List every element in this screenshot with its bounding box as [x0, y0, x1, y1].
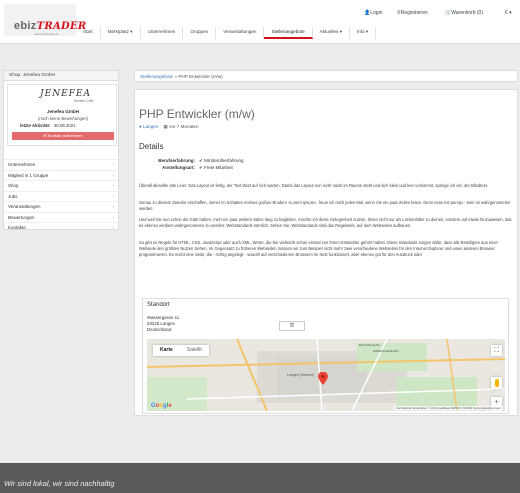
breadcrumb-current: PHP Entwickler (m/w) [178, 74, 223, 79]
nav-unternehmen[interactable]: Unternehmen [141, 27, 184, 39]
shop-card: JENEFEA Kreativ-Café Jenefea GmbH (noch … [7, 84, 117, 146]
tab-satellit[interactable]: Satellit [180, 345, 209, 356]
job-detail: PHP Entwickler (m/w) ● Langen ▦ vor 7 Mo… [134, 89, 518, 416]
nav-stellenangebote[interactable]: Stellenangebote [264, 27, 313, 39]
chevron-right-icon: › [112, 162, 115, 167]
contact-button[interactable]: ✉ Kontakt aufnehmen [12, 132, 114, 140]
chevron-right-icon: › [112, 214, 115, 220]
map-label-dreieich: DREIEICHENHAIN [373, 349, 399, 353]
job-description-paragraph: Überall dieselbe alte Leier. Das Layout … [139, 183, 488, 188]
location-title: Standort [147, 302, 170, 308]
register-link[interactable]: ⚲Registrieren [397, 10, 428, 16]
nav-info[interactable]: Info ▾ [350, 27, 377, 39]
google-logo: Google [151, 403, 172, 409]
sidebar-item-shop[interactable]: Shop › [4, 180, 118, 191]
nav-aktuelles[interactable]: Aktuelles ▾ [313, 27, 350, 39]
shop-reviews: (noch keine Bewertungen) [37, 116, 89, 121]
share-icon: ⪚ [289, 323, 295, 329]
map-attribution[interactable]: Kurzbefehle Kartendaten © 2021 GeoBasis-… [394, 406, 503, 410]
check-icon: ✔ [199, 158, 203, 163]
address: Wassergasse 11 63225 Langen Deutschland [147, 315, 180, 332]
top-header: ebizTRADER www.ebiztrader.de 👤Login ⚲Reg… [0, 0, 520, 44]
job-meta: ● Langen ▦ vor 7 Monaten [139, 124, 199, 130]
shop-name: Jenefea GmbH [46, 109, 80, 114]
logo-part1: ebiz [14, 20, 37, 32]
map-type-tabs: Karte Satellit [153, 345, 209, 356]
detail-value: ✔ Freie Mitarbeit [199, 165, 233, 170]
nav-marktplatz[interactable]: Marktplatz ▾ [101, 27, 141, 39]
breadcrumb-separator: » [174, 74, 178, 79]
fullscreen-icon[interactable]: ⛶ [491, 345, 502, 356]
location-card: Standort Wassergasse 11 63225 Langen Deu… [142, 298, 509, 414]
shop-logo-sub: Kreativ-Café [74, 99, 94, 103]
page-title: PHP Entwickler (m/w) [139, 107, 255, 121]
tab-karte[interactable]: Karte [153, 345, 180, 356]
check-icon: ✔ [199, 165, 203, 170]
logo-sub: www.ebiztrader.de [34, 32, 59, 36]
sidebar-item-unternehmen[interactable]: Unternehmen › [4, 159, 118, 170]
street-view-icon[interactable] [491, 377, 502, 389]
share-button[interactable]: ⪚ [279, 321, 305, 331]
currency-select[interactable]: € ▾ [505, 10, 512, 16]
main-nav: Start Marktplatz ▾ Unternehmen Gruppen V… [76, 27, 377, 39]
breadcrumb-link[interactable]: Stellenangebote [140, 74, 173, 79]
sidebar-item-gruppe[interactable]: Mitglied in 1 Gruppe › [4, 169, 118, 181]
sidebar-item-kontakte[interactable]: Kontakte › [4, 222, 118, 233]
sidebar-item-jobs[interactable]: Jobs › [4, 190, 118, 202]
details-heading: Details [139, 142, 164, 151]
footer-tagline: Wir sind lokal, wir sind nachhaltig [4, 479, 115, 488]
map-label-buchschlag: BUCHSCHLAG [359, 343, 380, 347]
job-location[interactable]: Langen [143, 124, 158, 129]
chevron-right-icon: › [112, 172, 115, 178]
calendar-icon: ▦ [163, 124, 168, 129]
map-pin-icon: ● [139, 124, 142, 129]
chevron-right-icon: › [112, 225, 115, 230]
job-description-paragraph: Genau zu diesem Zwecke erschaffen, immer… [139, 200, 511, 211]
sidebar-heading: Shop: Jenefea GmbH [4, 71, 118, 81]
job-posted: vor 7 Monaten [169, 124, 199, 129]
nav-gruppen[interactable]: Gruppen [183, 27, 217, 39]
job-description-paragraph: Und weil Sie nun schon die Güte haben, m… [139, 217, 512, 228]
map-marker-icon[interactable] [318, 372, 328, 386]
nav-start[interactable]: Start [76, 27, 101, 39]
logo[interactable]: ebizTRADER www.ebiztrader.de [4, 4, 86, 36]
nav-veranstaltungen[interactable]: Veranstaltungen [216, 27, 265, 39]
envelope-icon: ✉ [43, 133, 47, 138]
chevron-right-icon: › [112, 204, 115, 209]
chevron-right-icon: › [112, 193, 115, 199]
detail-label: Anstellungsart: [161, 165, 195, 170]
breadcrumb: Stellenangebote » PHP Entwickler (m/w) [134, 70, 518, 82]
map-view[interactable]: Langen (Hessen) DREIEICHENHAIN BUCHSCHLA… [147, 339, 505, 411]
job-description-paragraph: So gibt es Regeln für HTML, CSS, JavaScr… [139, 240, 498, 257]
login-link[interactable]: 👤Login [364, 10, 382, 16]
detail-label: Berufserfahrung: [158, 158, 195, 163]
map-label-city: Langen (Hessen) [287, 373, 314, 377]
shop-activity: letzte Aktivität: 20.08.2021 [20, 123, 76, 128]
chevron-right-icon: › [112, 183, 115, 188]
shop-sidebar: Shop: Jenefea GmbH JENEFEA Kreativ-Café … [3, 70, 119, 230]
footer: Wir sind lokal, wir sind nachhaltig [0, 463, 520, 493]
sidebar-menu: Unternehmen › Mitglied in 1 Gruppe › Shop ›… [4, 159, 118, 233]
sidebar-item-veranstaltungen[interactable]: Veranstaltungen › [4, 201, 118, 212]
cart-link[interactable]: 🛒Warenkorb (0) [445, 10, 483, 16]
detail-value: ✔ Mit Berufserfahrung [199, 158, 244, 163]
sidebar-item-bewertungen[interactable]: Bewertungen › [4, 211, 118, 223]
